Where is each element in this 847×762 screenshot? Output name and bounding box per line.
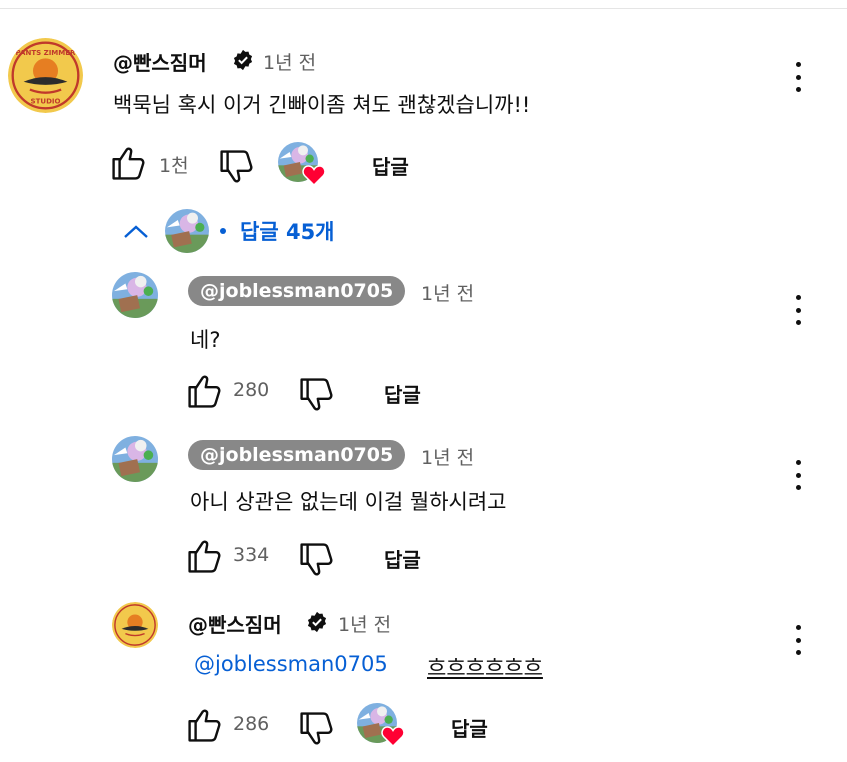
dislike-icon[interactable] — [298, 710, 334, 746]
comment-time[interactable]: 1년 전 — [263, 48, 316, 75]
verified-icon — [306, 611, 328, 633]
creator-heart-avatar — [357, 703, 405, 751]
like-icon[interactable] — [186, 374, 222, 410]
more-vert-icon[interactable] — [794, 460, 802, 490]
reply-button[interactable]: 답글 — [372, 151, 409, 180]
heart-icon — [302, 165, 326, 186]
avatar[interactable] — [112, 602, 158, 648]
avatar[interactable] — [112, 272, 158, 318]
reply-button[interactable]: 답글 — [451, 713, 488, 742]
reply-text: 아니 상관은 없는데 이걸 뭘하시려고 — [190, 490, 507, 514]
dislike-icon[interactable] — [298, 541, 334, 577]
reply-button[interactable]: 답글 — [384, 544, 421, 573]
comment-author[interactable]: @빤스짐머 — [113, 47, 207, 76]
comment-text: 백묵님 혹시 이거 긴빠이좀 쳐도 괜찮겠습니까!! — [113, 93, 531, 117]
reply-author[interactable]: @joblessman0705 — [188, 440, 406, 470]
reply-text: 네? — [190, 328, 221, 352]
more-vert-icon[interactable] — [794, 625, 802, 655]
more-vert-icon[interactable] — [794, 62, 802, 92]
like-count: 1천 — [159, 155, 189, 177]
creator-heart-avatar — [278, 142, 326, 190]
like-icon[interactable] — [110, 146, 146, 182]
chevron-up-icon — [124, 225, 148, 238]
replies-toggle[interactable]: 답글 45개 — [120, 206, 360, 256]
heart-icon — [381, 726, 405, 747]
dislike-icon[interactable] — [218, 148, 254, 184]
like-count: 334 — [233, 544, 270, 566]
reply-button[interactable]: 답글 — [384, 379, 421, 408]
divider — [0, 8, 847, 9]
like-icon[interactable] — [186, 708, 222, 744]
reply-time[interactable]: 1년 전 — [421, 443, 474, 470]
like-count: 286 — [233, 713, 270, 735]
avatar[interactable]: PANTS ZIMMER STUDIO — [8, 38, 83, 113]
avatar[interactable] — [112, 436, 158, 482]
reply-time[interactable]: 1년 전 — [338, 610, 391, 637]
like-icon[interactable] — [186, 539, 222, 575]
reply-author[interactable]: @joblessman0705 — [188, 276, 406, 306]
logo-text-bottom: STUDIO — [31, 97, 61, 106]
replier-avatar — [165, 209, 209, 253]
logo-text-top: PANTS ZIMMER — [16, 48, 77, 57]
reply-time[interactable]: 1년 전 — [421, 279, 474, 306]
mention-link[interactable]: @joblessman0705 — [194, 652, 388, 676]
separator-dot — [220, 228, 226, 234]
like-count: 280 — [233, 379, 270, 401]
more-vert-icon[interactable] — [794, 295, 802, 325]
dislike-icon[interactable] — [298, 376, 334, 412]
verified-icon — [232, 49, 254, 71]
reply-author[interactable]: @빤스짐머 — [188, 609, 282, 638]
reply-text: 흐흐흐흐흐흐 — [427, 656, 543, 680]
replies-count: 답글 45개 — [240, 220, 335, 244]
